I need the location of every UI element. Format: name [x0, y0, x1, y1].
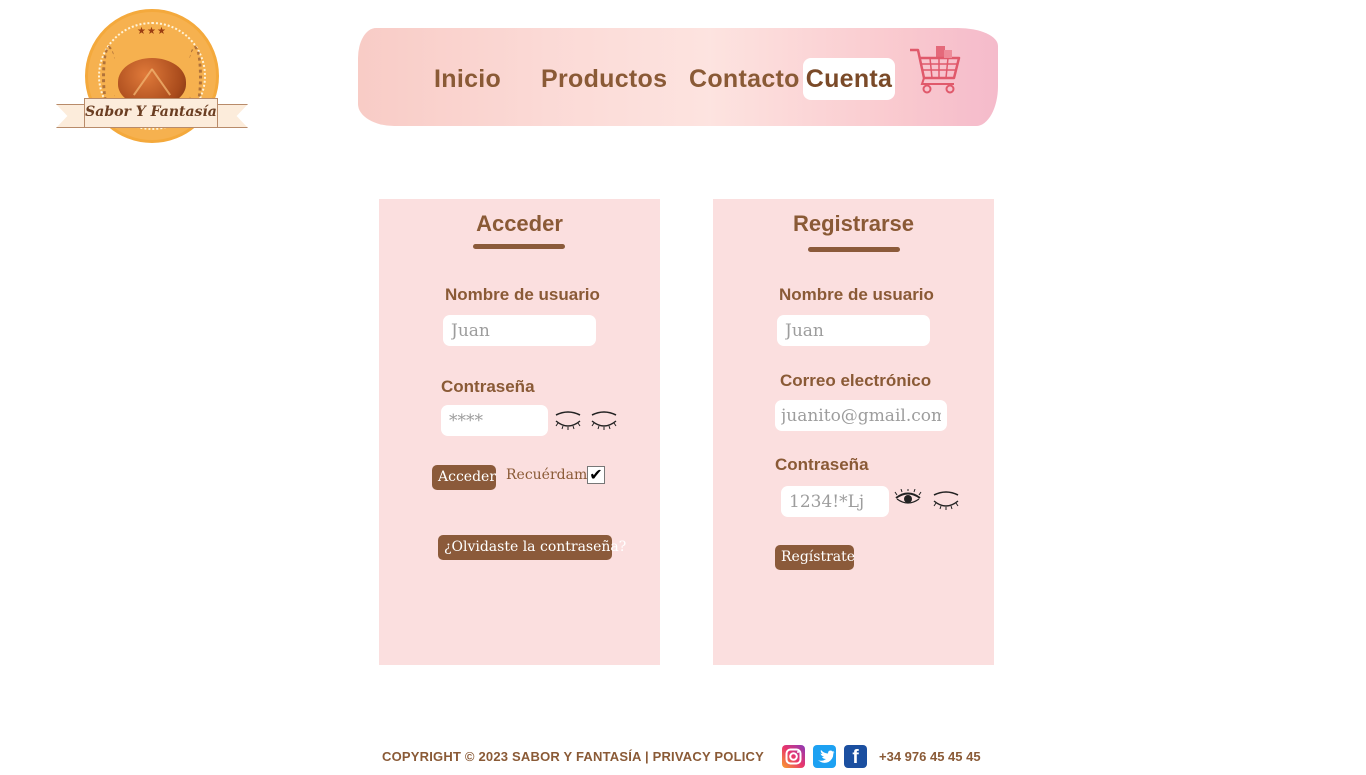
register-username-label: Nombre de usuario: [779, 285, 934, 304]
footer-phone: +34 976 45 45 45: [879, 749, 981, 764]
login-username-label: Nombre de usuario: [445, 285, 600, 304]
register-password-label: Contraseña: [775, 455, 869, 474]
register-panel: Registrarse Nombre de usuario Correo ele…: [713, 199, 994, 665]
register-email-label: Correo electrónico: [780, 371, 932, 390]
logo-text: Sabor Y Fantasía: [84, 98, 218, 128]
login-username-input[interactable]: [443, 315, 596, 346]
site-logo[interactable]: ★★★ Sabor Y Fantasía: [54, 8, 250, 148]
facebook-icon[interactable]: f: [844, 745, 867, 768]
eye-closed-icon[interactable]: [590, 409, 618, 431]
login-password-input[interactable]: [441, 405, 548, 436]
register-submit-button[interactable]: Regístrate: [775, 545, 855, 570]
remember-me-checkbox[interactable]: ✔: [587, 466, 605, 484]
login-submit-button[interactable]: Acceder: [432, 465, 496, 490]
eye-closed-icon[interactable]: [554, 409, 582, 431]
nav-item-inicio[interactable]: Inicio: [434, 58, 501, 100]
eye-closed-icon[interactable]: [932, 489, 960, 511]
shopping-cart-icon[interactable]: [908, 44, 962, 94]
forgot-password-button[interactable]: ¿Olvidaste la contraseña?: [438, 535, 626, 560]
remember-me-label: Recuérdame: [506, 467, 596, 483]
register-password-input[interactable]: [781, 486, 889, 517]
register-email-input[interactable]: [775, 400, 947, 431]
nav-item-contacto[interactable]: Contacto: [689, 58, 800, 100]
logo-ribbon: Sabor Y Fantasía: [54, 98, 250, 130]
instagram-icon[interactable]: [782, 745, 805, 768]
register-title: Registrarse: [792, 211, 915, 236]
twitter-icon[interactable]: [813, 745, 836, 768]
register-title-underline: [808, 247, 900, 252]
logo-stars: ★★★: [137, 26, 167, 37]
nav-item-cuenta[interactable]: Cuenta: [803, 58, 895, 100]
nav-item-productos[interactable]: Productos: [541, 58, 667, 100]
login-title-underline: [473, 244, 565, 249]
footer-copyright: COPYRIGHT © 2023 SABOR Y FANTASÍA | PRIV…: [382, 749, 764, 764]
login-password-label: Contraseña: [441, 377, 535, 396]
login-panel: Acceder Nombre de usuario Contraseña Acc…: [379, 199, 660, 665]
login-title: Acceder: [476, 211, 563, 236]
register-username-input[interactable]: [777, 315, 930, 346]
eye-open-icon[interactable]: [894, 489, 922, 511]
